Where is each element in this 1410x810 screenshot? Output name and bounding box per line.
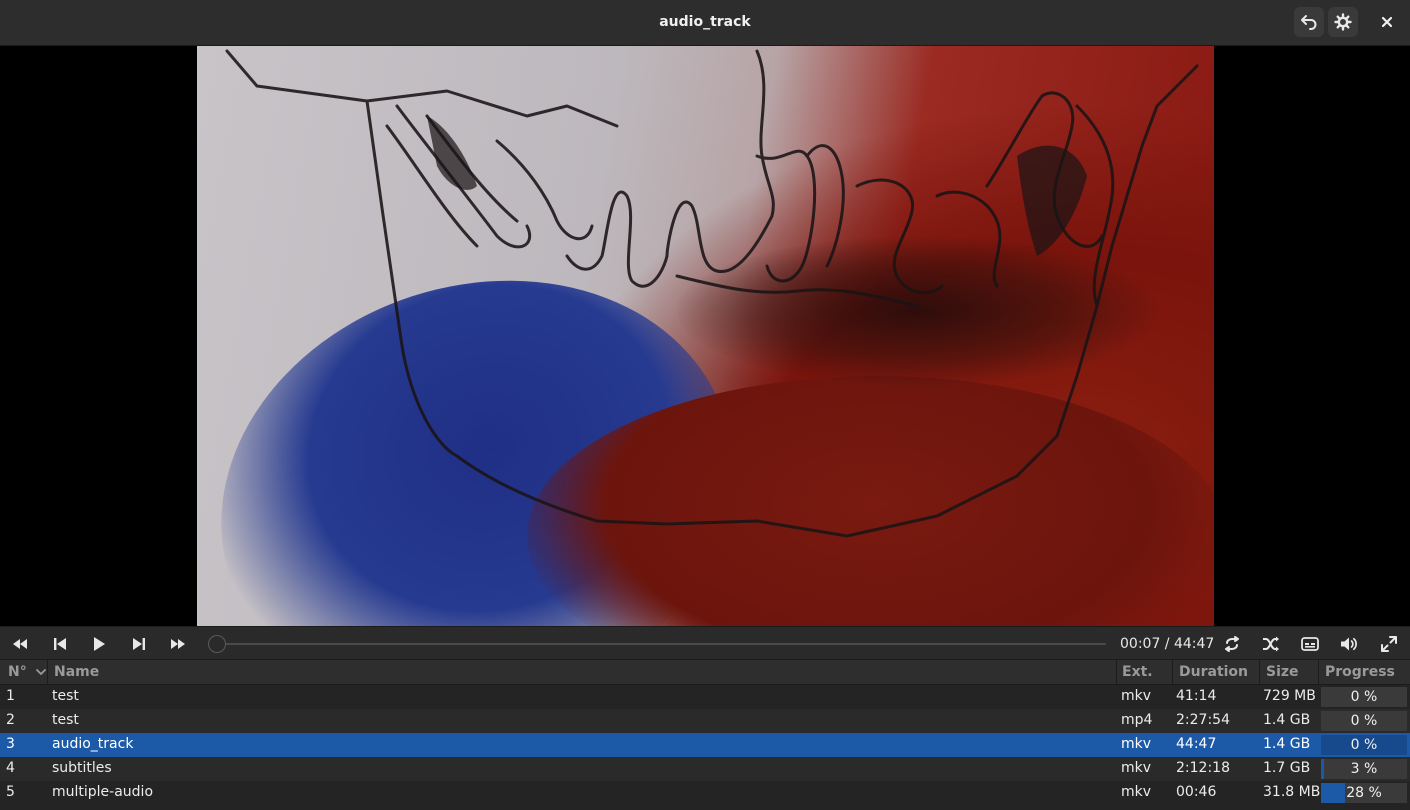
row-progress-text: 28 % (1346, 785, 1382, 801)
column-header-number[interactable]: N° (8, 664, 46, 680)
rewind-button[interactable] (7, 632, 33, 656)
play-button[interactable] (86, 632, 112, 656)
row-ext: mkv (1121, 736, 1152, 752)
volume-icon (1340, 636, 1358, 652)
column-header-ext[interactable]: Ext. (1122, 664, 1153, 680)
repeat-icon (1223, 636, 1241, 652)
next-button[interactable] (126, 632, 152, 656)
preferences-button[interactable] (1328, 7, 1358, 37)
row-progress-text: 0 % (1350, 713, 1378, 729)
row-progress-bar: 3 % (1321, 759, 1407, 779)
row-duration: 41:14 (1176, 688, 1217, 704)
volume-button[interactable] (1336, 632, 1362, 656)
row-progress-text: 0 % (1350, 689, 1378, 705)
row-duration: 2:12:18 (1176, 760, 1230, 776)
header-bar: audio_track (0, 0, 1410, 46)
playlist-row[interactable]: 2 test mp4 2:27:54 1.4 GB 0 % (0, 709, 1410, 733)
forward-button[interactable] (165, 632, 191, 656)
row-size: 1.4 GB (1263, 712, 1311, 728)
row-ext: mkv (1121, 760, 1152, 776)
fullscreen-button[interactable] (1376, 632, 1402, 656)
column-header-size[interactable]: Size (1266, 664, 1299, 680)
row-progress-bar: 0 % (1321, 687, 1407, 707)
playlist-row[interactable]: 5 multiple-audio mkv 00:46 31.8 MB 28 % (0, 781, 1410, 805)
rewind-icon (12, 638, 28, 650)
column-header-duration[interactable]: Duration (1179, 664, 1248, 680)
previous-button[interactable] (47, 632, 73, 656)
window-title: audio_track (659, 14, 751, 30)
chevron-down-icon (35, 668, 46, 676)
row-progress-text: 0 % (1350, 737, 1378, 753)
play-icon (92, 636, 106, 652)
column-separator (1172, 660, 1173, 685)
playlist-header: N° Name Ext. Duration Size Progress (0, 660, 1410, 685)
row-duration: 2:27:54 (1176, 712, 1230, 728)
row-number: 2 (6, 712, 15, 728)
row-size: 31.8 MB (1263, 784, 1321, 800)
row-ext: mp4 (1121, 712, 1153, 728)
close-icon (1381, 16, 1393, 28)
row-name: test (52, 712, 79, 728)
row-size: 729 MB (1263, 688, 1316, 704)
row-number: 3 (6, 736, 15, 752)
column-separator (1318, 660, 1319, 685)
column-header-number-label: N° (8, 664, 27, 680)
row-name: subtitles (52, 760, 112, 776)
skip-previous-icon (53, 637, 67, 651)
video-area[interactable] (0, 46, 1410, 626)
column-separator (47, 660, 48, 685)
repeat-button[interactable] (1219, 632, 1245, 656)
column-header-progress[interactable]: Progress (1325, 664, 1395, 680)
column-separator (1116, 660, 1117, 685)
playlist-row[interactable]: 4 subtitles mkv 2:12:18 1.7 GB 3 % (0, 757, 1410, 781)
row-name: test (52, 688, 79, 704)
gear-icon (1334, 13, 1352, 31)
row-name: multiple-audio (52, 784, 154, 800)
row-duration: 00:46 (1176, 784, 1217, 800)
row-number: 1 (6, 688, 15, 704)
seek-bar[interactable] (214, 643, 1106, 645)
row-number: 5 (6, 784, 15, 800)
row-duration: 44:47 (1176, 736, 1217, 752)
row-size: 1.7 GB (1263, 760, 1311, 776)
row-number: 4 (6, 760, 15, 776)
skip-next-icon (132, 637, 146, 651)
row-progress-bar: 0 % (1321, 735, 1407, 755)
subtitles-button[interactable] (1297, 632, 1323, 656)
fast-forward-icon (170, 638, 186, 650)
video-sketch-drawing (225, 49, 1199, 538)
row-progress-bar: 0 % (1321, 711, 1407, 731)
video-frame[interactable] (197, 46, 1214, 626)
row-ext: mkv (1121, 688, 1152, 704)
row-progress-bar: 28 % (1321, 783, 1407, 803)
playback-controls: 00:07 / 44:47 (0, 626, 1410, 660)
back-arrow-icon (1300, 14, 1318, 30)
app-window: audio_track 00:07 / 44:47 N° Name Ext. D… (0, 0, 1410, 810)
column-separator (1259, 660, 1260, 685)
row-size: 1.4 GB (1263, 736, 1311, 752)
fullscreen-icon (1381, 636, 1397, 652)
shuffle-button[interactable] (1258, 632, 1284, 656)
row-ext: mkv (1121, 784, 1152, 800)
time-display: 00:07 / 44:47 (1120, 636, 1215, 652)
row-progress-text: 3 % (1350, 761, 1378, 777)
subtitles-icon (1301, 637, 1319, 651)
seek-handle[interactable] (207, 635, 226, 653)
close-button[interactable] (1372, 7, 1402, 37)
playlist: N° Name Ext. Duration Size Progress 1 te… (0, 660, 1410, 810)
shuffle-icon (1262, 636, 1280, 652)
back-button[interactable] (1294, 7, 1324, 37)
playlist-row[interactable]: 1 test mkv 41:14 729 MB 0 % (0, 685, 1410, 709)
playlist-row[interactable]: 3 audio_track mkv 44:47 1.4 GB 0 % (0, 733, 1410, 757)
row-name: audio_track (52, 736, 134, 752)
column-header-name[interactable]: Name (54, 664, 99, 680)
